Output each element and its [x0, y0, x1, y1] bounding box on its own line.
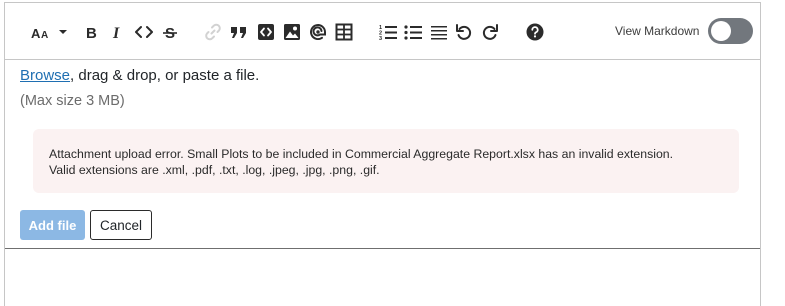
upload-error-alert: Attachment upload error. Small Plots to … — [33, 129, 739, 193]
redo-button[interactable] — [480, 21, 500, 43]
upload-instructions: Browse, drag & drop, or paste a file. — [20, 67, 259, 84]
view-markdown-label: View Markdown — [615, 24, 700, 38]
undo-button[interactable] — [454, 21, 474, 43]
cancel-button[interactable]: Cancel — [90, 210, 152, 240]
quote-icon — [231, 27, 246, 38]
help-icon — [526, 23, 544, 41]
ordered-list-icon: 1 2 3 — [379, 25, 397, 40]
editor-toolbar: A A B I S — [5, 3, 760, 60]
chevron-down-icon — [59, 30, 67, 34]
text-size-button[interactable]: A A — [29, 21, 53, 43]
redo-icon — [482, 24, 498, 40]
bold-button[interactable]: B — [81, 21, 101, 43]
link-icon — [205, 23, 221, 41]
browse-link[interactable]: Browse — [20, 67, 70, 84]
code-icon — [135, 26, 153, 38]
horizontal-rule-button[interactable] — [429, 21, 449, 43]
help-button[interactable] — [524, 21, 546, 43]
italic-button[interactable]: I — [108, 21, 128, 43]
code-block-button[interactable] — [255, 21, 277, 43]
italic-icon: I — [112, 25, 120, 40]
horizontal-rule-icon — [431, 26, 447, 40]
unordered-list-icon — [404, 25, 422, 40]
svg-text:B: B — [86, 25, 97, 40]
strikethrough-button[interactable]: S — [160, 21, 180, 43]
svg-text:3: 3 — [379, 36, 382, 40]
image-button[interactable] — [281, 21, 303, 43]
bold-icon: B — [86, 25, 97, 40]
table-button[interactable] — [333, 21, 355, 43]
code-block-icon — [258, 24, 274, 40]
code-button[interactable] — [133, 21, 155, 43]
error-message-line2: Valid extensions are .xml, .pdf, .txt, .… — [49, 163, 380, 177]
undo-icon — [456, 24, 472, 40]
strikethrough-icon: S — [163, 25, 177, 40]
mention-button[interactable] — [307, 21, 329, 43]
drop-text: , drag & drop, or paste a file. — [70, 67, 260, 84]
text-size-icon: A A — [31, 26, 48, 40]
image-icon — [284, 24, 300, 40]
unordered-list-button[interactable] — [403, 21, 423, 43]
view-markdown-toggle[interactable] — [708, 18, 753, 44]
error-message-line1: Attachment upload error. Small Plots to … — [49, 147, 674, 161]
svg-text:A: A — [41, 30, 48, 40]
max-size-note: (Max size 3 MB) — [20, 93, 125, 109]
text-size-dropdown[interactable] — [57, 21, 69, 43]
table-icon — [335, 23, 353, 41]
link-button[interactable] — [203, 21, 223, 43]
svg-text:I: I — [112, 25, 120, 40]
ordered-list-button[interactable]: 1 2 3 — [378, 21, 398, 43]
toggle-knob — [711, 21, 731, 41]
attachment-upload-panel: Browse, drag & drop, or paste a file. (M… — [5, 60, 760, 249]
mention-icon — [310, 24, 326, 40]
svg-text:A: A — [31, 26, 41, 40]
quote-button[interactable] — [228, 21, 250, 43]
add-file-button[interactable]: Add file — [20, 210, 85, 240]
markdown-editor: A A B I S — [4, 2, 761, 306]
